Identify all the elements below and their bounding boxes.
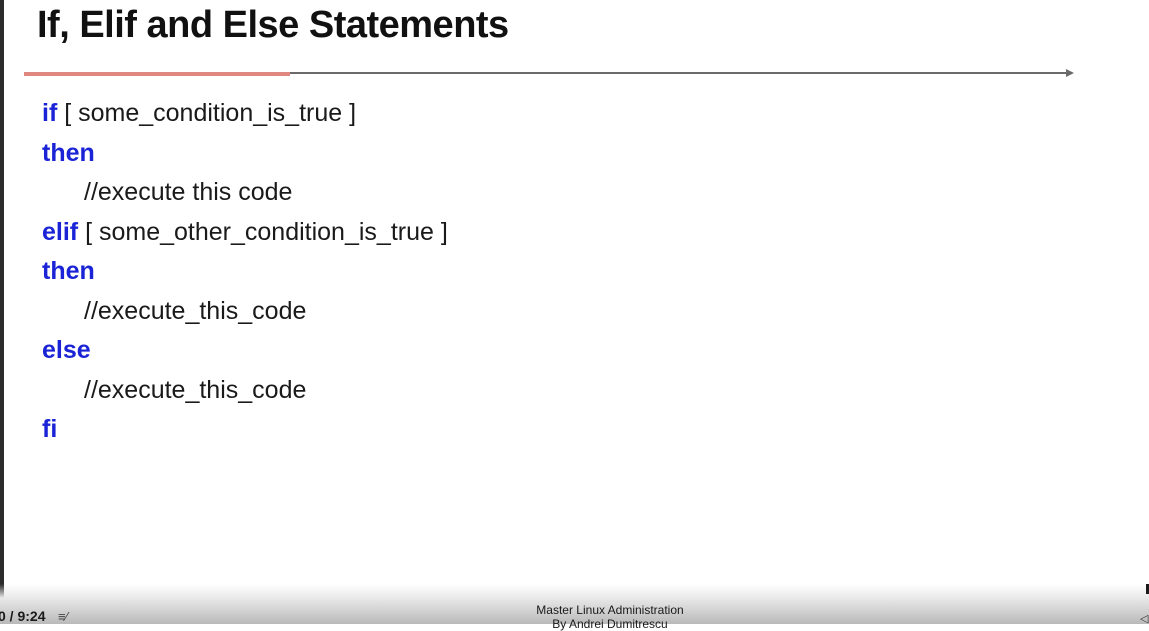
code-line-if: if [ some_condition_is_true ] [42,94,448,134]
divider-arrow-icon [1066,69,1074,77]
code-keyword: if [42,99,58,127]
course-info: Master Linux Administration By Andrei Du… [450,603,770,631]
code-line-body: //execute_this_code [42,371,448,411]
code-line-elif: elif [ some_other_condition_is_true ] [42,213,448,253]
code-line-then: then [42,134,448,174]
code-keyword: elif [42,217,79,246]
code-line-fi: fi [42,410,448,450]
course-author: By Andrei Dumitrescu [552,617,668,631]
code-keyword: else [42,336,91,364]
volume-icon[interactable]: ◁ [1140,612,1148,625]
slide-title: If, Elif and Else Statements [37,4,509,46]
code-line-then: then [42,252,448,292]
code-line-body: //execute this code [42,173,448,213]
code-keyword: then [42,138,95,167]
code-text: //execute_this_code [84,375,307,404]
code-keyword: fi [42,415,58,443]
playlist-icon[interactable]: ≡⁄ [58,609,68,624]
title-divider-accent [24,72,290,76]
time-display: 0 / 9:24 [0,608,46,624]
code-text: //execute_this_code [84,296,307,325]
code-keyword: then [42,257,95,285]
left-border [0,0,4,600]
code-line-else: else [42,331,448,371]
code-text: [ some_other_condition_is_true ] [78,217,448,246]
code-text: //execute this code [84,178,293,206]
course-title: Master Linux Administration [536,603,684,617]
code-block: if [ some_condition_is_true ] then //exe… [42,94,448,450]
code-text: [ some_condition_is_true ] [57,99,357,127]
code-line-body: //execute_this_code [42,292,448,332]
